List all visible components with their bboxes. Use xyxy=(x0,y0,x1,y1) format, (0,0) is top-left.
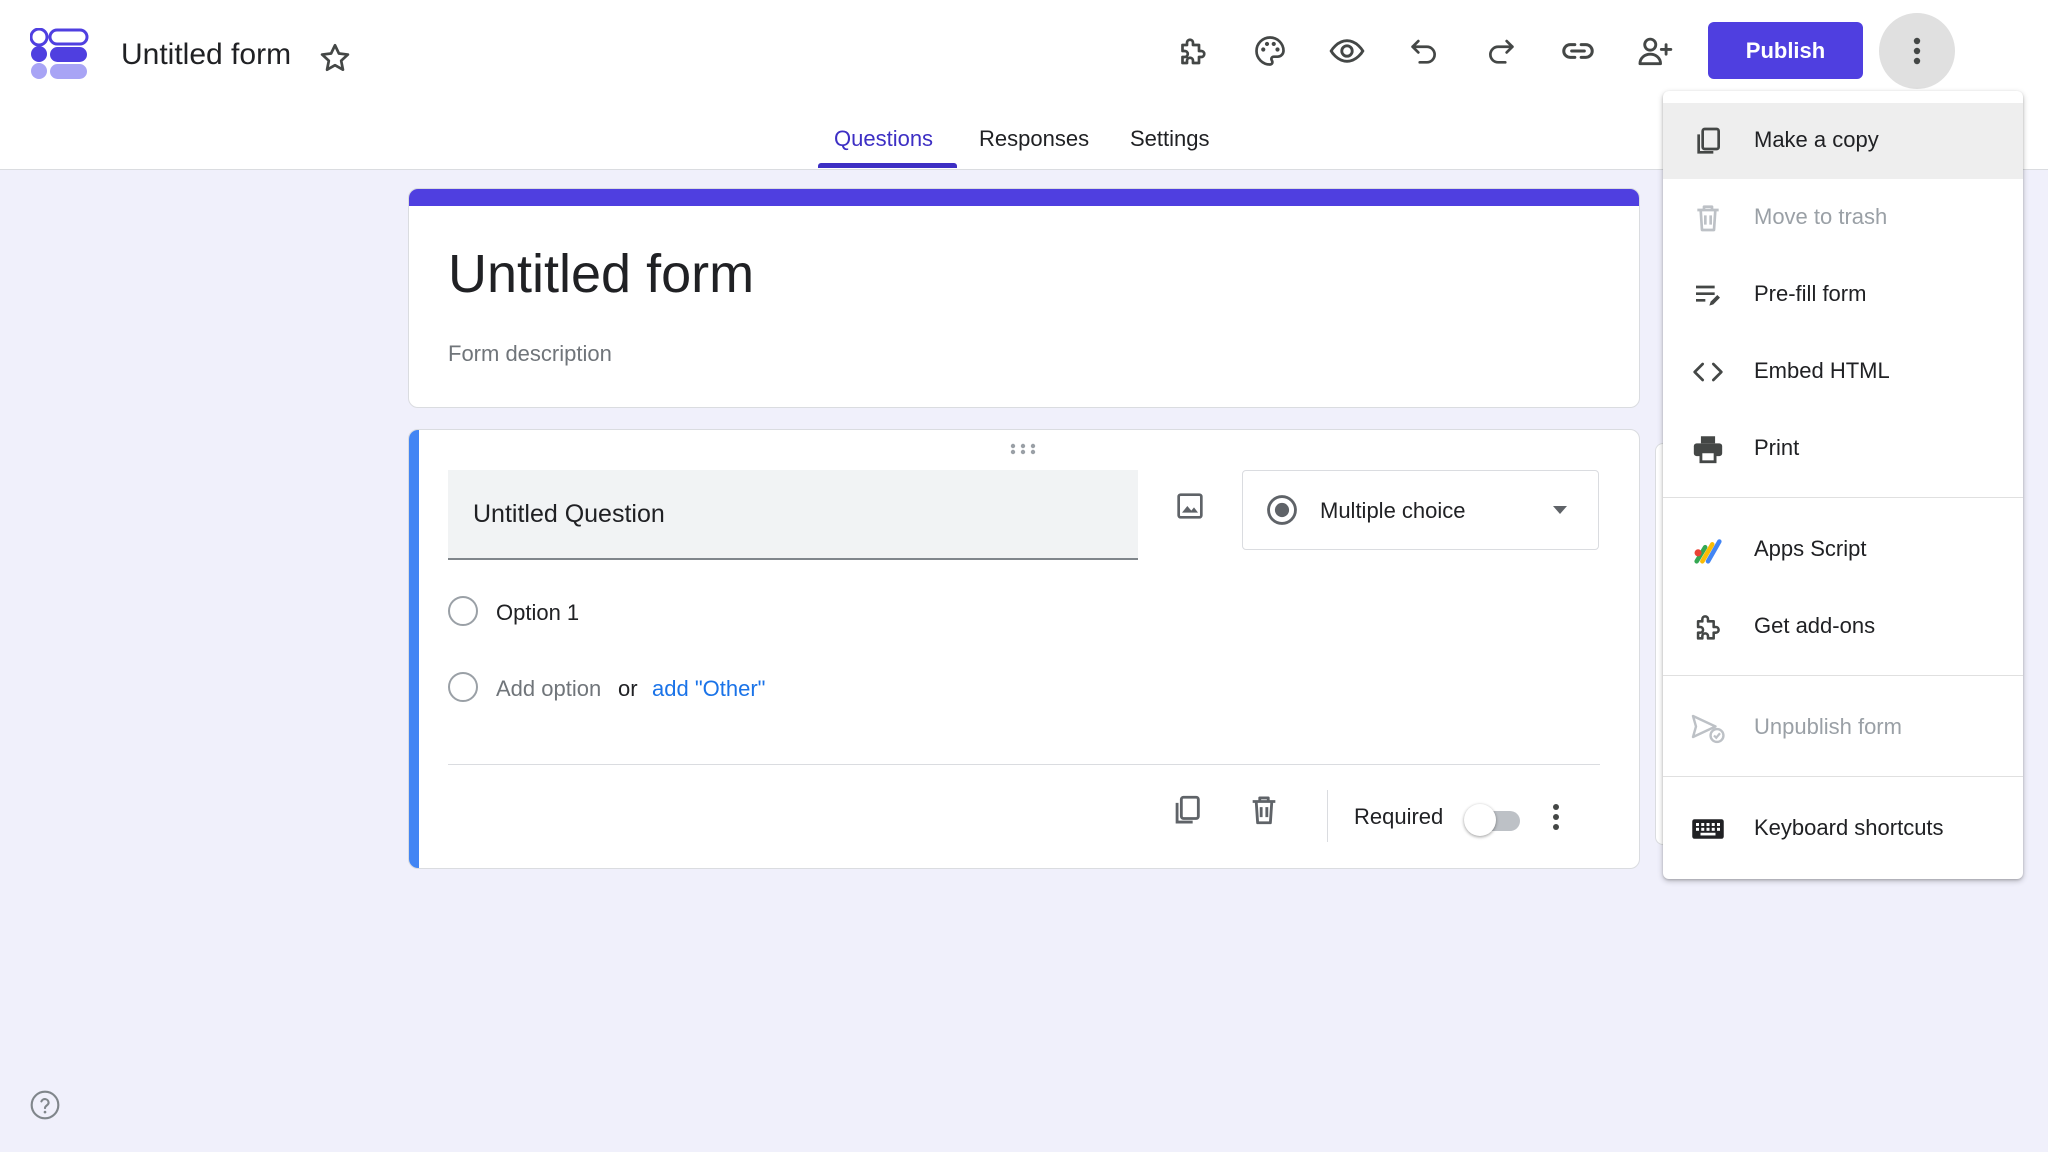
keyboard-icon xyxy=(1690,811,1726,847)
menu-item-label: Print xyxy=(1754,435,1800,460)
question-title-input[interactable]: Untitled Question xyxy=(448,470,1138,560)
menu-item-move-to-trash[interactable]: Move to trash xyxy=(1663,180,2023,256)
menu-item-embed-html[interactable]: Embed HTML xyxy=(1663,334,2023,410)
option-radio-icon xyxy=(448,596,478,626)
active-tab-indicator xyxy=(818,163,957,168)
menu-item-label: Unpublish form xyxy=(1754,714,1902,739)
menu-separator xyxy=(1663,497,2023,498)
duplicate-icon[interactable] xyxy=(1170,793,1204,827)
document-title[interactable]: Untitled form xyxy=(121,38,291,72)
menu-item-apps-script[interactable]: Apps Script xyxy=(1663,512,2023,588)
delete-icon[interactable] xyxy=(1247,793,1281,827)
form-title-card: Untitled form Form description xyxy=(408,188,1640,408)
forms-logo-icon[interactable] xyxy=(30,28,90,80)
menu-item-label: Embed HTML xyxy=(1754,358,1890,383)
menu-item-keyboard-shortcuts[interactable]: Keyboard shortcuts xyxy=(1663,791,2023,867)
add-option-radio-icon xyxy=(448,672,478,702)
addons-icon xyxy=(1690,609,1726,645)
star-icon[interactable] xyxy=(317,40,353,76)
menu-item-pre-fill-form[interactable]: Pre-fill form xyxy=(1663,257,2023,333)
add-option-field[interactable]: Add option xyxy=(496,676,601,702)
unpublish-icon xyxy=(1690,710,1726,746)
add-collaborator-icon[interactable] xyxy=(1635,31,1675,71)
option-1-label[interactable]: Option 1 xyxy=(496,600,579,626)
menu-item-label: Move to trash xyxy=(1754,204,1888,229)
menu-item-get-add-ons[interactable]: Get add-ons xyxy=(1663,589,2023,665)
menu-item-print[interactable]: Print xyxy=(1663,411,2023,487)
required-label: Required xyxy=(1354,804,1444,829)
or-separator-text: or xyxy=(618,676,638,701)
undo-icon[interactable] xyxy=(1404,31,1444,71)
print-icon xyxy=(1690,431,1726,467)
question-title-text: Untitled Question xyxy=(473,500,665,528)
form-title[interactable]: Untitled form xyxy=(448,243,754,305)
help-icon[interactable] xyxy=(29,1089,61,1121)
menu-item-unpublish-form[interactable]: Unpublish form xyxy=(1663,690,2023,766)
redo-icon[interactable] xyxy=(1481,31,1521,71)
tab-questions[interactable]: Questions xyxy=(834,126,933,152)
link-icon[interactable] xyxy=(1558,31,1598,71)
form-description-field[interactable]: Form description xyxy=(448,341,612,367)
more-options-menu: Make a copy Move to trash Pre-fill form … xyxy=(1663,91,2023,879)
footer-divider xyxy=(448,764,1600,765)
trash-icon xyxy=(1690,200,1726,236)
question-more-icon[interactable] xyxy=(1552,803,1560,831)
menu-item-make-a-copy[interactable]: Make a copy xyxy=(1663,103,2023,179)
active-question-bar xyxy=(409,430,419,868)
publish-button[interactable]: Publish xyxy=(1708,22,1863,79)
prefill-icon xyxy=(1690,277,1726,313)
menu-item-label: Make a copy xyxy=(1754,127,1879,152)
toggle-knob xyxy=(1464,804,1496,836)
palette-icon[interactable] xyxy=(1250,31,1290,71)
theme-color-bar xyxy=(409,189,1639,206)
menu-item-label: Keyboard shortcuts xyxy=(1754,815,1944,840)
addons-puzzle-icon[interactable] xyxy=(1173,31,1213,71)
menu-separator xyxy=(1663,776,2023,777)
apps-script-icon xyxy=(1690,532,1726,568)
question-card[interactable]: Untitled Question Multiple choice Option… xyxy=(408,429,1640,869)
question-type-dropdown[interactable]: Multiple choice xyxy=(1242,470,1599,550)
copy-icon xyxy=(1690,123,1726,159)
drag-handle-icon[interactable] xyxy=(1010,443,1036,455)
add-image-icon[interactable] xyxy=(1174,490,1206,522)
question-type-label: Multiple choice xyxy=(1320,498,1466,523)
more-vert-icon[interactable] xyxy=(1879,13,1955,89)
add-other-link[interactable]: add "Other" xyxy=(652,676,765,702)
menu-separator xyxy=(1663,675,2023,676)
radio-button-icon xyxy=(1265,493,1299,527)
menu-item-label: Apps Script xyxy=(1754,536,1867,561)
footer-separator xyxy=(1327,790,1328,842)
required-toggle[interactable] xyxy=(1464,803,1522,837)
tab-settings[interactable]: Settings xyxy=(1130,126,1210,152)
code-icon xyxy=(1690,354,1726,390)
tab-responses[interactable]: Responses xyxy=(979,126,1089,152)
chevron-down-icon xyxy=(1551,504,1569,516)
menu-item-label: Get add-ons xyxy=(1754,613,1876,638)
preview-eye-icon[interactable] xyxy=(1327,31,1367,71)
menu-item-label: Pre-fill form xyxy=(1754,281,1867,306)
